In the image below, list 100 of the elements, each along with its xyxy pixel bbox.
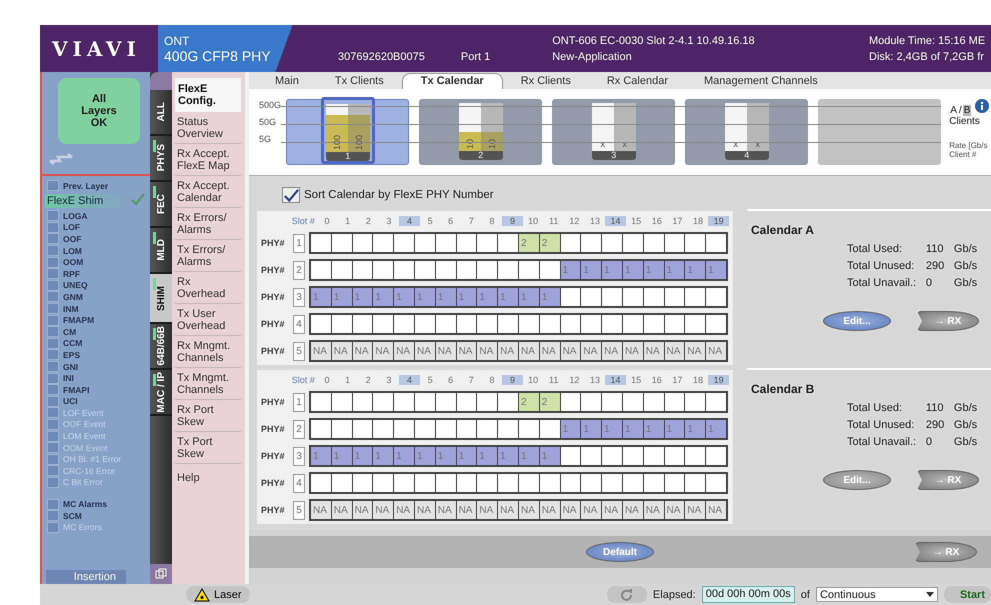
- calendar-cell[interactable]: 1: [311, 288, 331, 306]
- calendar-cell[interactable]: [518, 261, 539, 279]
- calendar-cell[interactable]: 2: [518, 234, 539, 252]
- calendar-cell[interactable]: 1: [602, 261, 622, 279]
- calendar-cell[interactable]: 1: [581, 420, 602, 438]
- calendar-cell[interactable]: NA: [622, 501, 643, 519]
- calendar-cell[interactable]: [602, 474, 622, 492]
- layer-tab[interactable]: SHIM: [150, 274, 172, 324]
- calendar-cell[interactable]: NA: [456, 501, 476, 519]
- calendar-cell[interactable]: 1: [373, 447, 394, 465]
- calendar-cell[interactable]: [332, 474, 352, 492]
- calendar-cell[interactable]: 1: [518, 447, 539, 465]
- calendar-cell[interactable]: 1: [456, 447, 476, 465]
- calendar-cell[interactable]: [664, 393, 684, 411]
- calendar-cell[interactable]: 1: [518, 288, 539, 306]
- calendar-cell[interactable]: [311, 315, 331, 333]
- calendar-cell[interactable]: NA: [436, 501, 456, 519]
- calendar-cell[interactable]: [685, 474, 706, 492]
- calendar-cell[interactable]: NA: [332, 342, 352, 360]
- calendar-cell[interactable]: [436, 234, 456, 252]
- calendar-cell[interactable]: NA: [644, 342, 664, 360]
- menu-item[interactable]: Tx Mngmt. Channels: [175, 368, 241, 400]
- calendar-toggle[interactable]: B: [962, 105, 972, 116]
- calendar-cell[interactable]: [540, 261, 560, 279]
- calendar-cell[interactable]: NA: [560, 501, 580, 519]
- calendar-cell[interactable]: [498, 234, 518, 252]
- calendar-cell[interactable]: NA: [581, 501, 602, 519]
- edit-button[interactable]: Edit...: [823, 470, 891, 490]
- calendar-cell[interactable]: [394, 393, 414, 411]
- calendar-cell[interactable]: [685, 447, 706, 465]
- calendar-cell[interactable]: 1: [498, 447, 518, 465]
- calendar-cell[interactable]: [498, 315, 518, 333]
- tab[interactable]: Management Channels: [686, 74, 836, 89]
- layer-tab[interactable]: ALL: [150, 90, 172, 136]
- window-icon[interactable]: [150, 564, 172, 584]
- calendar-cell[interactable]: 1: [436, 288, 456, 306]
- calendar-cell[interactable]: [373, 315, 394, 333]
- menu-item[interactable]: Rx Mngmt. Channels: [175, 336, 241, 368]
- menu-item[interactable]: Rx Port Skew: [175, 400, 241, 432]
- calendar-cell[interactable]: [394, 474, 414, 492]
- calendar-cell[interactable]: 1: [602, 420, 622, 438]
- tab[interactable]: Main: [257, 74, 317, 89]
- calendar-cell[interactable]: NA: [518, 342, 539, 360]
- calendar-cell[interactable]: [622, 447, 643, 465]
- calendar-cell[interactable]: [644, 474, 664, 492]
- calendar-cell[interactable]: NA: [414, 501, 435, 519]
- calendar-cell[interactable]: [706, 474, 726, 492]
- calendar-cell[interactable]: NA: [477, 342, 498, 360]
- layer-tab[interactable]: PHYS: [150, 136, 172, 182]
- calendar-cell[interactable]: NA: [581, 342, 602, 360]
- calendar-cell[interactable]: [311, 261, 331, 279]
- calendar-cell[interactable]: 1: [477, 447, 498, 465]
- calendar-cell[interactable]: [602, 234, 622, 252]
- menu-item[interactable]: Rx Errors/ Alarms: [175, 208, 241, 240]
- calendar-cell[interactable]: [352, 261, 372, 279]
- calendar-cell[interactable]: [477, 315, 498, 333]
- calendar-cell[interactable]: 1: [332, 447, 352, 465]
- tab[interactable]: Rx Clients: [502, 74, 589, 89]
- calendar-cell[interactable]: 1: [540, 447, 560, 465]
- calendar-cell[interactable]: NA: [352, 342, 372, 360]
- layer-tab[interactable]: FEC: [150, 182, 172, 228]
- calendar-cell[interactable]: [622, 315, 643, 333]
- checkbox[interactable]: [282, 187, 300, 203]
- calendar-cell[interactable]: NA: [373, 342, 394, 360]
- calendar-cell[interactable]: 1: [498, 288, 518, 306]
- calendar-cell[interactable]: [394, 420, 414, 438]
- calendar-cell[interactable]: [332, 393, 352, 411]
- calendar-cell[interactable]: [622, 474, 643, 492]
- calendar-cell[interactable]: 1: [311, 447, 331, 465]
- calendar-cell[interactable]: [581, 288, 602, 306]
- calendar-cell[interactable]: [685, 234, 706, 252]
- calendar-cell[interactable]: [456, 474, 476, 492]
- menu-item[interactable]: Rx Accept. Calendar: [175, 176, 241, 208]
- calendar-cell[interactable]: [456, 261, 476, 279]
- calendar-cell[interactable]: 1: [644, 261, 664, 279]
- calendar-cell[interactable]: [602, 288, 622, 306]
- tab[interactable]: Tx Calendar: [402, 73, 503, 89]
- calendar-cell[interactable]: 2: [540, 234, 560, 252]
- calendar-cell[interactable]: [436, 315, 456, 333]
- calendar-cell[interactable]: [414, 234, 435, 252]
- calendar-cell[interactable]: [685, 393, 706, 411]
- calendar-cell[interactable]: NA: [498, 501, 518, 519]
- calendar-cell[interactable]: [602, 447, 622, 465]
- calendar-cell[interactable]: [685, 288, 706, 306]
- calendar-cell[interactable]: [352, 420, 372, 438]
- calendar-cell[interactable]: NA: [560, 342, 580, 360]
- calendar-cell[interactable]: [560, 447, 580, 465]
- tab[interactable]: Tx Clients: [316, 74, 402, 89]
- calendar-cell[interactable]: [498, 261, 518, 279]
- calendar-cell[interactable]: [394, 234, 414, 252]
- calendar-cell[interactable]: [414, 420, 435, 438]
- calendar-cell[interactable]: 1: [477, 288, 498, 306]
- layer-tab[interactable]: 64B/66B: [150, 324, 172, 370]
- layer-tab[interactable]: MAC / IP: [150, 370, 172, 416]
- calendar-cell[interactable]: [498, 393, 518, 411]
- calendar-cell[interactable]: [706, 315, 726, 333]
- calendar-cell[interactable]: 2: [540, 393, 560, 411]
- calendar-cell[interactable]: [664, 234, 684, 252]
- calendar-cell[interactable]: [602, 393, 622, 411]
- calendar-cell[interactable]: 1: [436, 447, 456, 465]
